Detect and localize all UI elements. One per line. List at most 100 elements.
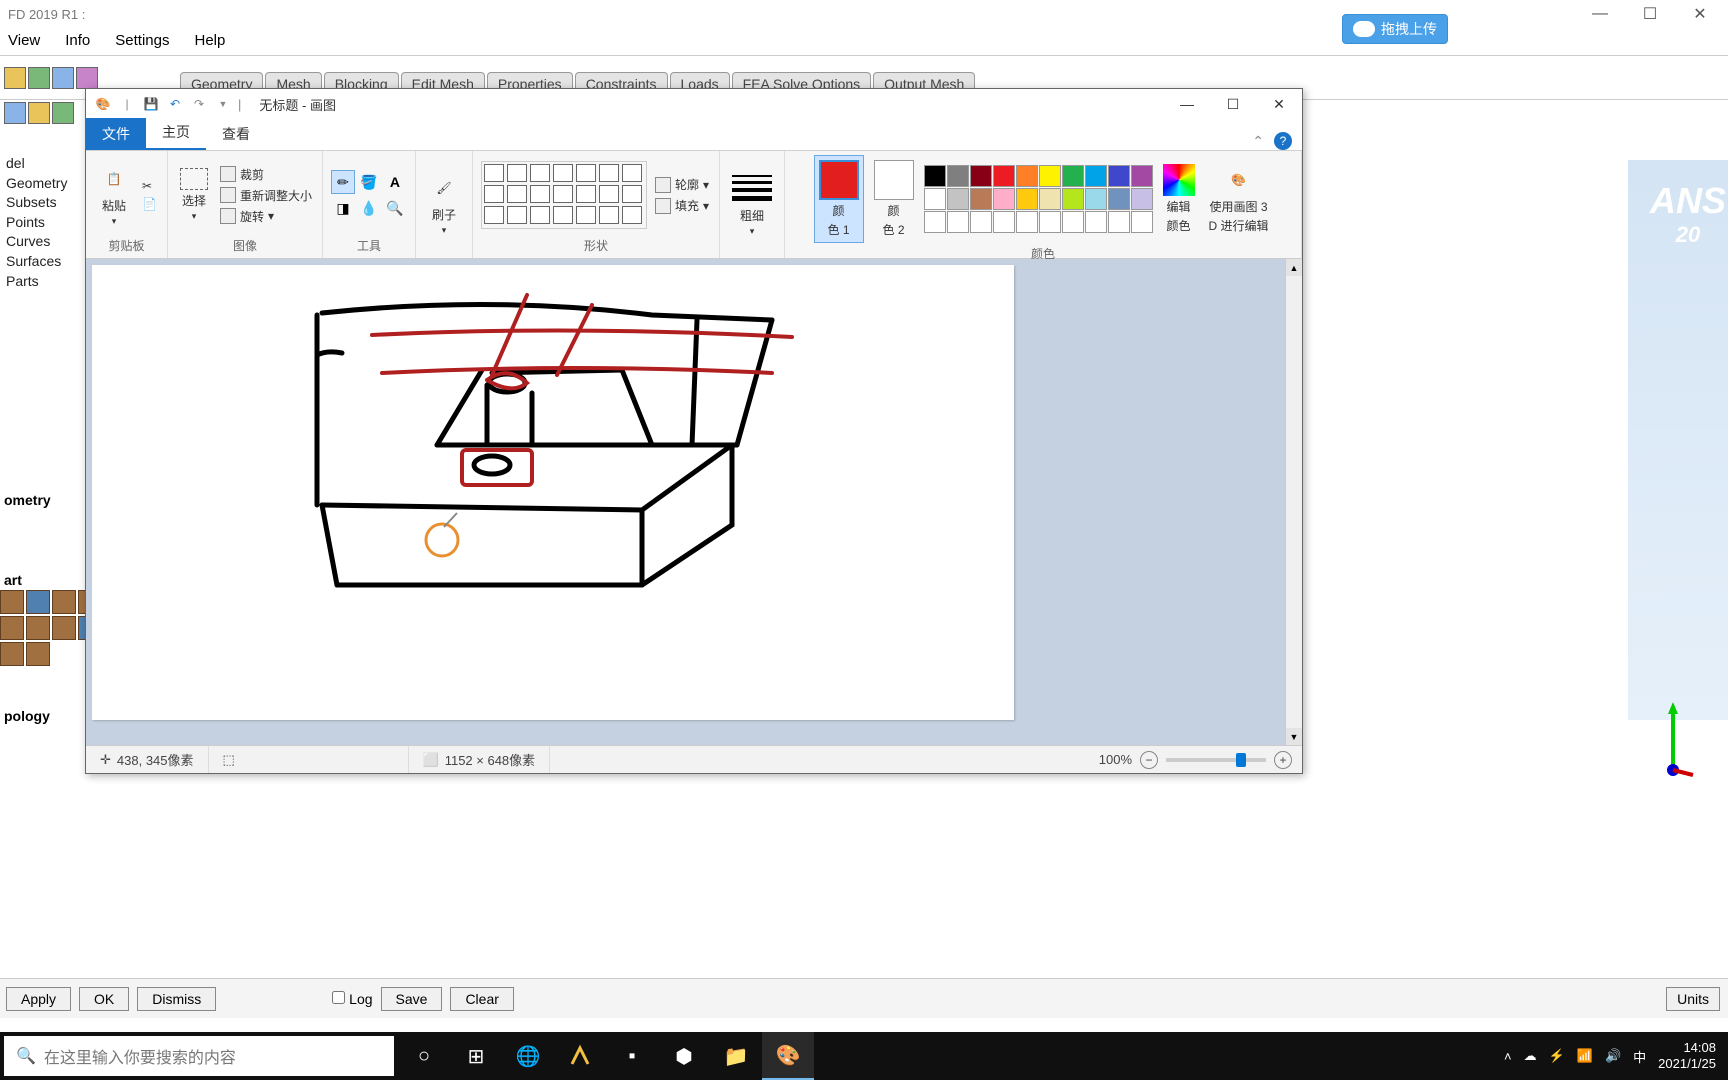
cloud-upload-button[interactable]: 拖拽上传 [1342,14,1448,44]
apply-button[interactable]: Apply [6,987,71,1011]
palette-color[interactable] [924,188,946,210]
close-button[interactable]: ✕ [1256,89,1302,119]
taskview-button[interactable]: ⊞ [450,1032,502,1080]
palette-color[interactable] [1062,188,1084,210]
crop-button[interactable]: 裁剪 [218,165,314,184]
paint-titlebar[interactable]: 🎨 | 💾 ↶ ↷ ▼ | 无标题 - 画图 — ☐ ✕ [86,89,1302,119]
menu-help[interactable]: Help [194,32,225,51]
zoom-control[interactable]: 100% − + [1089,751,1302,769]
palette-color[interactable] [1085,188,1107,210]
help-icon[interactable]: ? [1274,132,1292,150]
palette-color[interactable] [1131,188,1153,210]
palette-color[interactable] [1016,211,1038,233]
palette-color[interactable] [947,211,969,233]
toolbar-icon[interactable] [28,67,50,89]
tree-item[interactable]: del [0,154,80,174]
palette-color[interactable] [924,165,946,187]
color2-button[interactable]: 颜色 2 [870,158,918,240]
palette-color[interactable] [1016,188,1038,210]
explorer-app[interactable]: 📁 [710,1032,762,1080]
palette-color[interactable] [947,165,969,187]
text-tool[interactable]: A [383,170,407,194]
palette-color[interactable] [1039,165,1061,187]
zoom-tool[interactable]: 🔍 [383,196,407,220]
volume-icon[interactable]: 🔊 [1605,1048,1621,1064]
maximize-button[interactable]: ☐ [1630,3,1670,25]
palette-color[interactable] [1131,165,1153,187]
cmd-app[interactable]: ▪ [606,1032,658,1080]
color-palette[interactable] [924,165,1153,233]
outline-button[interactable]: 轮廓 ▾ [653,175,711,194]
menu-settings[interactable]: Settings [115,32,169,51]
resize-button[interactable]: 重新调整大小 [218,186,314,205]
save-button[interactable]: Save [381,987,443,1011]
tab-file[interactable]: 文件 [86,118,146,150]
ok-button[interactable]: OK [79,987,129,1011]
canvas-area[interactable]: ▲ ▼ [86,259,1302,745]
palette-color[interactable] [970,211,992,233]
shape-picker[interactable] [481,161,647,229]
palette-color[interactable] [993,188,1015,210]
brush-button[interactable]: 🖌 刷子▾ [424,170,464,238]
qat-dropdown[interactable]: ▼ [214,95,232,113]
tray-chevron-icon[interactable]: ˄ [1504,1049,1512,1064]
paint3d-button[interactable]: 🎨 使用画图 3D 进行编辑 [1205,162,1273,236]
palette-color[interactable] [924,211,946,233]
palette-color[interactable] [1085,211,1107,233]
toolbar-icon[interactable] [4,67,26,89]
save-icon[interactable]: 💾 [142,95,160,113]
cloud-tray-icon[interactable]: ☁ [1524,1048,1537,1064]
collapse-ribbon-icon[interactable]: ⌃ [1252,133,1264,150]
select-button[interactable]: 选择▾ [176,166,212,224]
eraser-tool[interactable]: ◨ [331,196,355,220]
edge-app[interactable]: 🌐 [502,1032,554,1080]
menu-view[interactable]: View [8,32,40,51]
model-tree[interactable]: del Geometry Subsets Points Curves Surfa… [0,154,80,291]
palette-color[interactable] [947,188,969,210]
rotate-button[interactable]: 旋转 ▾ [218,207,314,226]
palette-color[interactable] [993,165,1015,187]
palette-color[interactable] [1039,211,1061,233]
toolbar-icon[interactable] [28,102,50,124]
tree-item[interactable]: Parts [0,272,80,292]
paste-button[interactable]: 📋 粘贴▾ [94,161,134,229]
tab-home[interactable]: 主页 [146,116,206,150]
palette-color[interactable] [1108,188,1130,210]
palette-color[interactable] [1131,211,1153,233]
minimize-button[interactable]: — [1580,3,1620,25]
network-icon[interactable]: ⚡ [1549,1048,1565,1064]
fill-button[interactable]: 填充 ▾ [653,196,711,215]
log-checkbox[interactable]: Log [332,991,372,1007]
undo-icon[interactable]: ↶ [166,95,184,113]
tree-item[interactable]: Surfaces [0,252,80,272]
minimize-button[interactable]: — [1164,89,1210,119]
cortana-button[interactable]: ○ [398,1032,450,1080]
palette-color[interactable] [993,211,1015,233]
palette-color[interactable] [1108,211,1130,233]
palette-color[interactable] [970,188,992,210]
toolbar-icon[interactable] [76,67,98,89]
menu-info[interactable]: Info [65,32,90,51]
tab-view[interactable]: 查看 [206,118,266,150]
tree-item[interactable]: Geometry [0,174,80,194]
paint-app[interactable]: 🎨 [762,1032,814,1080]
toolbar-icon[interactable] [52,67,74,89]
tree-item[interactable]: Subsets [0,193,80,213]
vertical-scrollbar[interactable]: ▲ ▼ [1285,259,1302,745]
zoom-slider[interactable] [1166,758,1266,762]
toolbar-icon[interactable] [4,102,26,124]
palette-color[interactable] [1016,165,1038,187]
palette-color[interactable] [1085,165,1107,187]
scroll-up-icon[interactable]: ▲ [1286,259,1302,276]
thickness-button[interactable]: 粗细▾ [728,169,776,239]
cut-button[interactable]: ✂ [140,178,159,194]
palette-color[interactable] [1062,165,1084,187]
app-icon[interactable]: ⬢ [658,1032,710,1080]
axis-triad[interactable]: Y [1648,700,1698,780]
tree-item[interactable]: Curves [0,232,80,252]
color1-button[interactable]: 颜色 1 [814,155,864,243]
palette-color[interactable] [1062,211,1084,233]
palette-color[interactable] [1039,188,1061,210]
edit-colors-button[interactable]: 编辑颜色 [1159,162,1199,236]
ime-indicator[interactable]: 中 [1633,1047,1646,1066]
